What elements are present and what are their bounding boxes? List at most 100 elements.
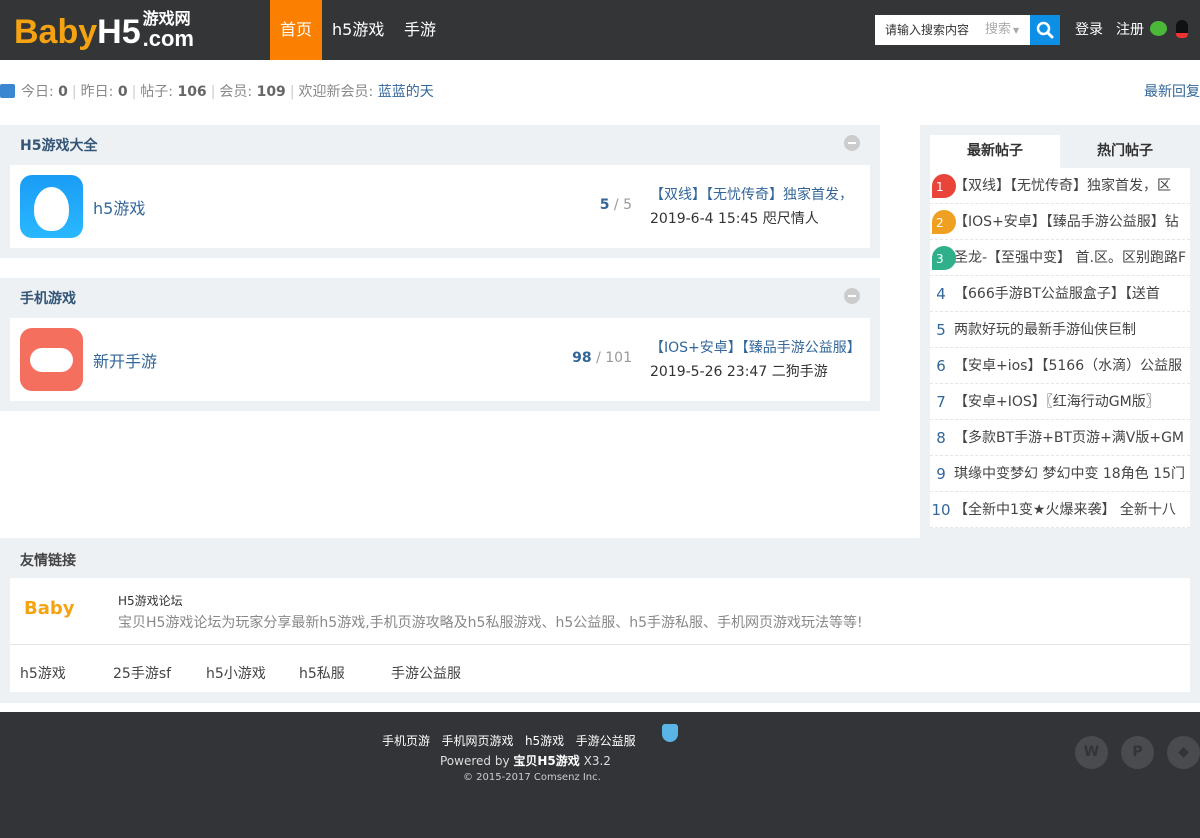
post-list-item[interactable]: 4 【666手游BT公益服盒子】【送首 bbox=[930, 276, 1190, 312]
powered-brand-link[interactable]: 宝贝H5游戏 bbox=[513, 754, 579, 768]
post-list-item[interactable]: 3 圣龙-【至强中变】 首.区。区别跑路F bbox=[930, 240, 1190, 276]
post-list-item[interactable]: 1 【双线】【无忧传奇】独家首发，区 bbox=[930, 168, 1190, 204]
search-button[interactable] bbox=[1030, 15, 1060, 45]
last-post: 【双线】【无忧传奇】独家首发， 2019-6-4 15:45 咫尺情人 bbox=[650, 183, 870, 231]
security-shield-icon[interactable] bbox=[662, 724, 678, 742]
forum-name-link[interactable]: h5游戏 bbox=[93, 195, 145, 219]
post-title: 【安卓+ios】【5166（水滴）公益服 bbox=[954, 358, 1183, 374]
section-title[interactable]: 手机游戏 bbox=[20, 288, 76, 308]
nav-home[interactable]: 首页 bbox=[270, 0, 322, 60]
chevron-down-icon: ▼ bbox=[1013, 26, 1020, 35]
friend-link[interactable]: h5私服 bbox=[299, 663, 345, 683]
forum-section: 手机游戏 新开手游 98 / 101 【IOS+安卓】【臻品手游公益服】 2019… bbox=[0, 278, 880, 411]
post-title: 【双线】【无忧传奇】独家首发，区 bbox=[954, 178, 1171, 194]
forum-name-link[interactable]: 新开手游 bbox=[93, 348, 157, 372]
forum-counts: 98 / 101 bbox=[572, 350, 632, 366]
search-input[interactable]: 请输入搜索内容 bbox=[885, 15, 969, 45]
logo-suffix: 游戏网 .com bbox=[143, 12, 194, 50]
last-post-user[interactable]: 二狗手游 bbox=[772, 364, 828, 380]
yesterday-count: 0 bbox=[117, 84, 128, 100]
thread-count: 5 bbox=[599, 197, 610, 213]
sidebar: 最新帖子 热门帖子 1 【双线】【无忧传奇】独家首发，区 2 【IOS+安卓】【臻品手… bbox=[920, 125, 1200, 538]
friend-site-name[interactable]: H5游戏论坛 bbox=[118, 592, 183, 609]
search-type-select[interactable]: 搜索 ▼ bbox=[985, 15, 1019, 46]
tencent-weibo-icon[interactable]: P bbox=[1121, 736, 1154, 769]
last-post-link[interactable]: 【双线】【无忧传奇】独家首发， bbox=[650, 183, 870, 207]
last-post-link[interactable]: 【IOS+安卓】【臻品手游公益服】 bbox=[650, 336, 870, 360]
post-list-item[interactable]: 5 两款好玩的最新手游仙侠巨制 bbox=[930, 312, 1190, 348]
friend-logo[interactable]: Baby bbox=[24, 598, 74, 619]
post-title: 【多款BT手游+BT页游+满V版+GM bbox=[954, 430, 1185, 446]
rank-number: 7 bbox=[936, 393, 946, 411]
post-count: 5 bbox=[623, 197, 632, 213]
rank-number: 8 bbox=[936, 429, 946, 447]
collapse-icon[interactable] bbox=[844, 288, 860, 304]
rank-number: 6 bbox=[936, 357, 946, 375]
weibo-icon[interactable]: W bbox=[1075, 736, 1108, 769]
members-count: 109 bbox=[256, 84, 286, 100]
forum-row: h5游戏 5 / 5 【双线】【无忧传奇】独家首发， 2019-6-4 15:45… bbox=[10, 165, 870, 248]
section-title[interactable]: H5游戏大全 bbox=[20, 135, 97, 155]
friend-link[interactable]: 手游公益服 bbox=[391, 663, 461, 683]
post-list-item[interactable]: 8 【多款BT手游+BT页游+满V版+GM bbox=[930, 420, 1190, 456]
gamepad-forum-icon[interactable] bbox=[20, 328, 83, 391]
search-type-label: 搜索 bbox=[985, 22, 1012, 37]
newest-member-label: 欢迎新会员: bbox=[298, 84, 374, 100]
copyright: © 2015-2017 Comsenz Inc. bbox=[463, 772, 601, 783]
post-title: 圣龙-【至强中变】 首.区。区别跑路F bbox=[954, 250, 1187, 266]
divider bbox=[10, 644, 1190, 645]
register-link[interactable]: 注册 bbox=[1116, 0, 1144, 60]
flame-forum-icon[interactable] bbox=[20, 175, 83, 238]
footer: 手机页游 手机网页游戏 h5游戏 手游公益服 Powered by 宝贝H5游戏… bbox=[0, 712, 1200, 838]
footer-link[interactable]: h5游戏 bbox=[525, 734, 564, 748]
post-title: 【666手游BT公益服盒子】【送首 bbox=[954, 286, 1160, 302]
today-label: 今日: bbox=[21, 84, 54, 100]
footer-link[interactable]: 手游公益服 bbox=[576, 734, 636, 748]
newest-member-link[interactable]: 蓝蓝的天 bbox=[378, 84, 434, 100]
login-link[interactable]: 登录 bbox=[1075, 0, 1103, 60]
friend-link[interactable]: h5小游戏 bbox=[206, 663, 266, 683]
rank-number: 4 bbox=[936, 285, 946, 303]
footer-link[interactable]: 手机网页游戏 bbox=[441, 734, 513, 748]
last-post-user[interactable]: 咫尺情人 bbox=[763, 211, 819, 227]
logo-com: .com bbox=[142, 26, 194, 51]
nav-mobile-games[interactable]: 手游 bbox=[394, 0, 446, 60]
last-post-time: 2019-5-26 23:47 bbox=[650, 364, 768, 380]
post-list-item[interactable]: 7 【安卓+IOS】〖红海行动GM版〗 bbox=[930, 384, 1190, 420]
post-title: 两款好玩的最新手游仙侠巨制 bbox=[954, 322, 1136, 338]
nav-h5-games[interactable]: h5游戏 bbox=[322, 0, 394, 60]
stats-bar: 今日: 0 | 昨日: 0 | 帖子: 106 | 会员: 109 | 欢迎新会员: 蓝蓝的天 bbox=[0, 82, 434, 102]
rank-number: 10 bbox=[931, 501, 951, 519]
post-list-item[interactable]: 6 【安卓+ios】【5166（水滴）公益服 bbox=[930, 348, 1190, 384]
posts-count: 106 bbox=[177, 84, 207, 100]
friend-link[interactable]: 25手游sf bbox=[113, 663, 171, 683]
logo-h5: H5 bbox=[97, 13, 141, 51]
footer-link[interactable]: 手机页游 bbox=[382, 734, 430, 748]
friend-links-section: 友情链接 Baby H5游戏论坛 宝贝H5游戏论坛为玩家分享最新h5游戏,手机页… bbox=[0, 538, 1200, 703]
post-list: 1 【双线】【无忧传奇】独家首发，区 2 【IOS+安卓】【臻品手游公益服】钻 3 圣龙-… bbox=[930, 168, 1190, 528]
post-title: 【全新中1变★火爆来袭】 全新十八 bbox=[954, 502, 1176, 518]
post-title: 【安卓+IOS】〖红海行动GM版〗 bbox=[954, 394, 1160, 410]
yesterday-label: 昨日: bbox=[80, 84, 114, 100]
rank-number: 5 bbox=[936, 321, 946, 339]
post-count: 101 bbox=[605, 350, 632, 366]
collapse-icon[interactable] bbox=[844, 135, 860, 151]
post-list-item[interactable]: 2 【IOS+安卓】【臻品手游公益服】钻 bbox=[930, 204, 1190, 240]
forum-counts: 5 / 5 bbox=[599, 197, 632, 213]
tab-hot-posts[interactable]: 热门帖子 bbox=[1060, 135, 1190, 168]
wechat-login-icon[interactable] bbox=[1150, 21, 1167, 36]
powered-by: Powered by bbox=[440, 754, 510, 768]
qq-login-icon[interactable] bbox=[1176, 20, 1188, 38]
rank-fire-icon: 2 bbox=[932, 210, 956, 234]
today-count: 0 bbox=[58, 84, 68, 100]
search-box: 请输入搜索内容 搜索 ▼ bbox=[875, 15, 1060, 45]
thread-count: 98 bbox=[572, 350, 592, 366]
site-logo[interactable]: BabyH5 游戏网 .com bbox=[14, 12, 194, 52]
latest-replies-link[interactable]: 最新回复 bbox=[1144, 82, 1200, 102]
eye-icon[interactable]: ◆ bbox=[1167, 736, 1200, 769]
post-list-item[interactable]: 10 【全新中1变★火爆来袭】 全新十八 bbox=[930, 492, 1190, 528]
friend-link[interactable]: h5游戏 bbox=[20, 663, 66, 683]
post-list-item[interactable]: 9 琪缘中变梦幻 梦幻中变 18角色 15门 bbox=[930, 456, 1190, 492]
tab-latest-posts[interactable]: 最新帖子 bbox=[930, 135, 1060, 168]
last-post: 【IOS+安卓】【臻品手游公益服】 2019-5-26 23:47 二狗手游 bbox=[650, 336, 870, 384]
